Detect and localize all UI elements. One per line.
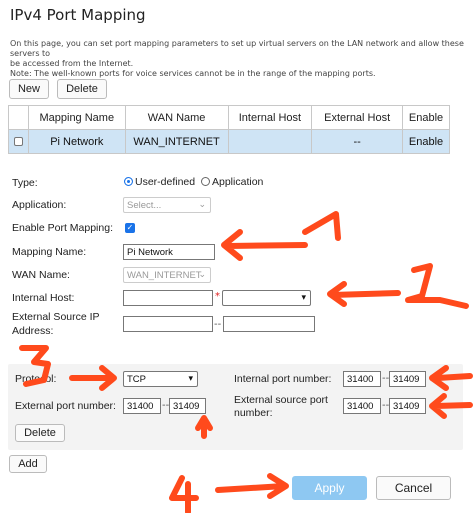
apply-button[interactable]: Apply bbox=[292, 476, 367, 500]
type-option-application: Application bbox=[212, 176, 264, 188]
chevron-down-icon: ⌄ bbox=[198, 269, 206, 279]
enable-port-mapping-checkbox[interactable]: ✓ bbox=[125, 223, 135, 233]
mapping-table: Mapping Name WAN Name Internal Host Exte… bbox=[8, 105, 450, 154]
description-line-2: be accessed from the Internet. bbox=[10, 59, 134, 68]
cancel-button[interactable]: Cancel bbox=[376, 476, 451, 500]
header-mapping-name: Mapping Name bbox=[27, 105, 126, 130]
mapping-name-input[interactable]: Pi Network bbox=[123, 244, 215, 260]
description-line-1: On this page, you can set port mapping p… bbox=[10, 39, 464, 58]
protocol-label: Protocol: bbox=[15, 373, 57, 385]
row-checkbox[interactable] bbox=[13, 137, 23, 147]
annotation-arrow-1 bbox=[221, 229, 308, 261]
external-source-ip-end-input[interactable] bbox=[223, 316, 315, 332]
page-description: On this page, you can set port mapping p… bbox=[10, 39, 465, 79]
row-wan-name: WAN_INTERNET bbox=[124, 129, 229, 154]
delete-button[interactable]: Delete bbox=[57, 79, 107, 99]
external-source-port-label-line-1: External source port bbox=[234, 394, 328, 406]
external-source-port-label-line-2: number: bbox=[234, 407, 273, 419]
header-internal-host: Internal Host bbox=[227, 105, 313, 130]
page-title: IPv4 Port Mapping bbox=[10, 6, 146, 24]
external-source-port-end-input[interactable]: 31409 bbox=[389, 398, 426, 414]
type-label: Type: bbox=[12, 177, 38, 189]
internal-port-label: Internal port number: bbox=[234, 373, 332, 385]
internal-host-label: Internal Host: bbox=[12, 292, 75, 304]
chevron-down-icon: ▾ bbox=[188, 373, 193, 383]
application-select-value: Select... bbox=[127, 199, 162, 211]
application-select[interactable]: Select... ⌄ bbox=[123, 197, 211, 213]
internal-port-start-input[interactable]: 31400 bbox=[343, 371, 381, 387]
table-header-row: Mapping Name WAN Name Internal Host Exte… bbox=[8, 105, 450, 130]
range-separator: -- bbox=[214, 319, 222, 330]
chevron-down-icon: ⌄ bbox=[198, 199, 206, 209]
internal-host-input[interactable] bbox=[123, 290, 213, 306]
delete-rule-button[interactable]: Delete bbox=[15, 424, 65, 442]
protocol-select-value: TCP bbox=[127, 373, 146, 385]
chevron-down-icon: ▾ bbox=[301, 292, 306, 302]
row-internal-host bbox=[227, 129, 313, 154]
type-option-user-defined: User-defined bbox=[135, 176, 196, 188]
internal-port-end-input[interactable]: 31409 bbox=[389, 371, 426, 387]
protocol-select[interactable]: TCP ▾ bbox=[123, 371, 198, 387]
table-row[interactable]: Pi Network WAN_INTERNET -- Enable bbox=[8, 129, 450, 154]
type-radio-application[interactable]: Application bbox=[201, 176, 263, 188]
external-source-ip-label-line-1: External Source IP bbox=[12, 311, 100, 323]
header-external-host: External Host bbox=[311, 105, 404, 130]
external-source-ip-label-line-2: Address: bbox=[12, 325, 54, 337]
row-mapping-name: Pi Network bbox=[27, 129, 126, 154]
row-enable: Enable bbox=[402, 129, 450, 154]
mapping-name-label: Mapping Name: bbox=[12, 246, 87, 258]
external-source-port-start-input[interactable]: 31400 bbox=[343, 398, 381, 414]
enable-port-mapping-label: Enable Port Mapping: bbox=[12, 222, 113, 234]
type-radio-user-defined[interactable]: User-defined bbox=[124, 176, 195, 188]
radio-selected-icon[interactable] bbox=[124, 177, 133, 186]
annotation-arrow-2 bbox=[327, 281, 401, 307]
new-button[interactable]: New bbox=[9, 79, 49, 99]
external-port-label: External port number: bbox=[15, 400, 116, 412]
wan-name-select-value: WAN_INTERNET bbox=[127, 269, 202, 281]
description-note: Note: The well-known ports for voice ser… bbox=[10, 69, 376, 78]
row-select-cell[interactable] bbox=[8, 129, 29, 154]
annotation-arrow-7 bbox=[215, 473, 289, 499]
header-enable: Enable bbox=[402, 105, 450, 130]
add-rule-button[interactable]: Add bbox=[9, 455, 47, 473]
external-port-start-input[interactable]: 31400 bbox=[123, 398, 161, 414]
row-external-host: -- bbox=[311, 129, 404, 154]
internal-host-select[interactable]: ▾ bbox=[222, 290, 311, 306]
annotation-number-1 bbox=[302, 211, 341, 241]
header-select bbox=[8, 105, 29, 130]
header-wan-name: WAN Name bbox=[124, 105, 229, 130]
annotation-number-2 bbox=[405, 263, 469, 309]
external-port-end-input[interactable]: 31409 bbox=[169, 398, 206, 414]
external-source-ip-start-input[interactable] bbox=[123, 316, 213, 332]
wan-name-select[interactable]: WAN_INTERNET ⌄ bbox=[123, 267, 211, 283]
wan-name-label: WAN Name: bbox=[12, 269, 70, 281]
application-label: Application: bbox=[12, 199, 67, 211]
annotation-number-4 bbox=[169, 475, 199, 513]
radio-unselected-icon[interactable] bbox=[201, 177, 210, 186]
required-mark: * bbox=[215, 291, 220, 302]
